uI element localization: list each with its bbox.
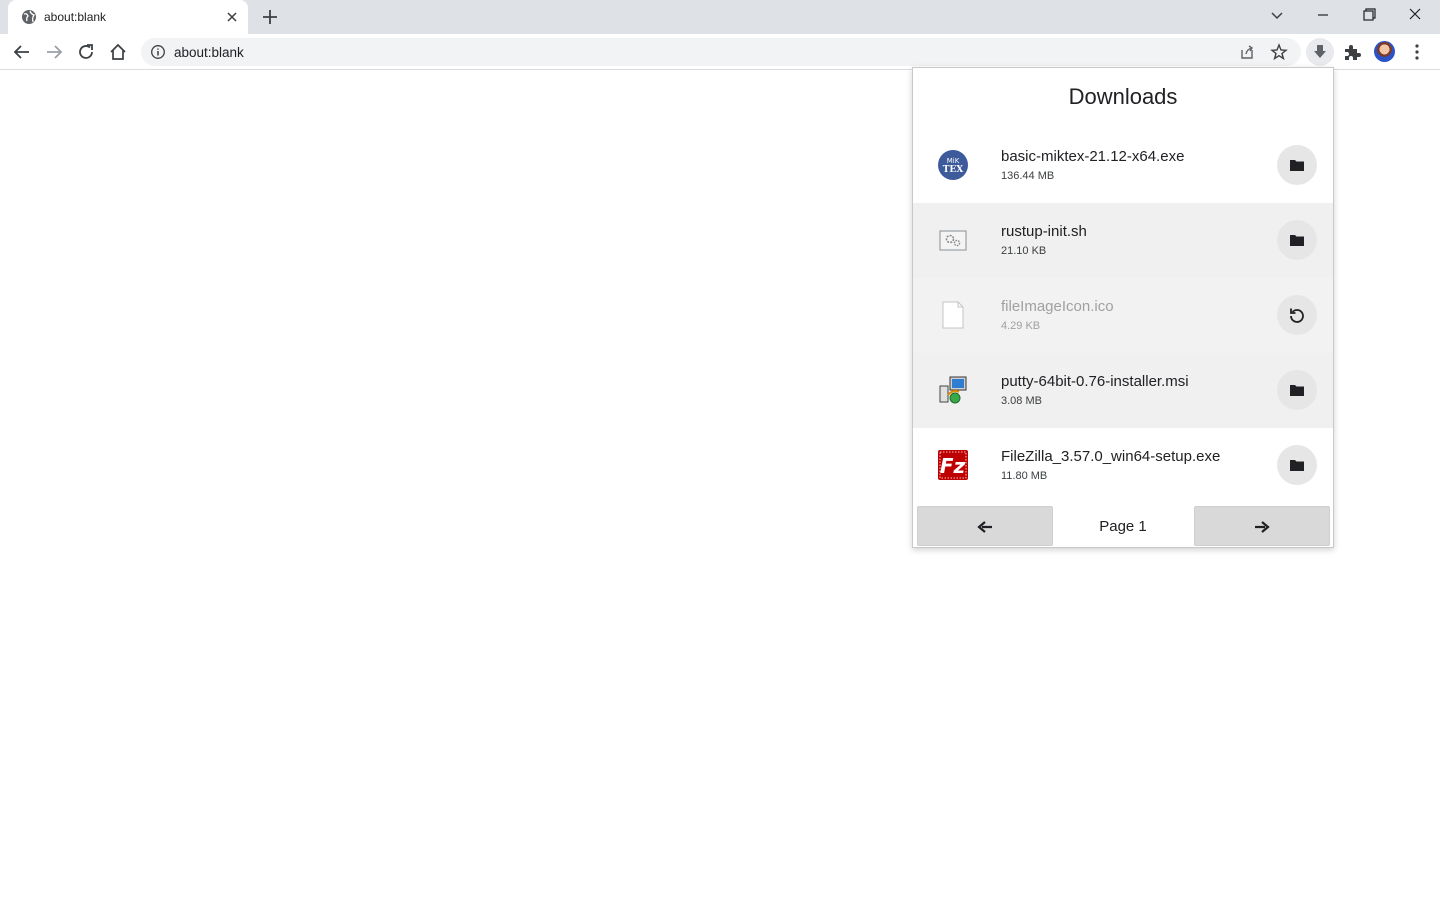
download-arrow-icon xyxy=(1314,45,1326,58)
filezilla-icon: Fz xyxy=(938,450,968,480)
svg-text:MiK: MiK xyxy=(947,157,960,165)
tab-active[interactable]: about:blank xyxy=(8,0,248,34)
script-file-icon xyxy=(939,230,967,251)
download-filesize: 136.44 MB xyxy=(1001,170,1055,182)
share-icon[interactable] xyxy=(1238,43,1256,61)
downloads-button[interactable] xyxy=(1306,38,1334,66)
download-filesize: 11.80 MB xyxy=(1001,470,1048,482)
back-icon[interactable] xyxy=(11,41,33,63)
toolbar: about:blank xyxy=(0,34,1440,70)
download-filename[interactable]: FileZilla_3.57.0_win64-setup.exe xyxy=(1001,448,1220,465)
folder-icon xyxy=(1290,160,1304,171)
download-item[interactable]: Fz FileZilla_3.57.0_win64-setup.exe 11.8… xyxy=(913,428,1333,503)
download-filesize: 21.10 KB xyxy=(1001,245,1047,257)
downloads-pager: Page 1 xyxy=(913,502,1333,548)
site-info-icon[interactable] xyxy=(150,44,166,60)
blank-file-icon xyxy=(942,301,964,329)
retry-button[interactable] xyxy=(1277,295,1317,335)
download-filename[interactable]: rustup-init.sh xyxy=(1001,223,1087,240)
page-indicator: Page 1 xyxy=(1099,518,1147,535)
folder-icon xyxy=(1290,235,1304,246)
download-filesize: 4.29 KB xyxy=(1001,320,1041,332)
reload-icon[interactable] xyxy=(75,41,97,63)
restore-icon[interactable] xyxy=(1357,5,1381,25)
tab-strip: about:blank xyxy=(0,0,1440,34)
forward-icon[interactable] xyxy=(43,41,65,63)
folder-icon xyxy=(1290,460,1304,471)
download-filename[interactable]: fileImageIcon.ico xyxy=(1001,298,1114,315)
downloads-title: Downloads xyxy=(1068,84,1178,109)
show-in-folder-button[interactable] xyxy=(1277,220,1317,260)
download-item[interactable]: fileImageIcon.ico 4.29 KB xyxy=(913,278,1333,353)
url-text[interactable]: about:blank xyxy=(174,45,244,60)
new-tab-icon[interactable] xyxy=(260,7,280,27)
globe-icon xyxy=(22,10,36,24)
download-item[interactable]: rustup-init.sh 21.10 KB xyxy=(913,203,1333,278)
miktex-icon: MiK TEX xyxy=(938,150,968,180)
arrow-left-icon xyxy=(977,521,992,533)
address-bar[interactable]: about:blank xyxy=(141,38,1301,66)
svg-text:Fz: Fz xyxy=(940,454,966,478)
folder-icon xyxy=(1290,385,1304,396)
download-item[interactable]: putty-64bit-0.76-installer.msi 3.08 MB xyxy=(913,353,1333,428)
arrow-right-icon xyxy=(1255,521,1270,533)
home-icon[interactable] xyxy=(107,41,129,63)
close-tab-icon[interactable] xyxy=(224,9,240,25)
download-filename[interactable]: putty-64bit-0.76-installer.msi xyxy=(1001,373,1189,390)
close-window-icon[interactable] xyxy=(1403,5,1427,25)
tab-search-icon[interactable] xyxy=(1265,5,1289,25)
download-item[interactable]: MiK TEX basic-miktex-21.12-x64.exe 136.4… xyxy=(913,128,1333,203)
previous-page-button[interactable] xyxy=(917,506,1053,546)
extensions-puzzle-icon[interactable] xyxy=(1342,42,1362,62)
show-in-folder-button[interactable] xyxy=(1277,145,1317,185)
download-filename[interactable]: basic-miktex-21.12-x64.exe xyxy=(1001,148,1184,165)
download-filesize: 3.08 MB xyxy=(1001,395,1042,407)
show-in-folder-button[interactable] xyxy=(1277,445,1317,485)
retry-icon xyxy=(1290,308,1304,323)
putty-installer-icon xyxy=(939,376,967,404)
menu-kebab-icon[interactable] xyxy=(1408,42,1426,62)
tab-title: about:blank xyxy=(44,10,107,24)
downloads-popup: Downloads MiK TEX basic-miktex-21.12-x64… xyxy=(912,67,1334,548)
minimize-icon[interactable] xyxy=(1311,5,1335,25)
profile-avatar[interactable] xyxy=(1374,41,1395,62)
bookmark-star-icon[interactable] xyxy=(1270,43,1288,61)
next-page-button[interactable] xyxy=(1194,506,1330,546)
show-in-folder-button[interactable] xyxy=(1277,370,1317,410)
svg-text:TEX: TEX xyxy=(943,165,964,175)
